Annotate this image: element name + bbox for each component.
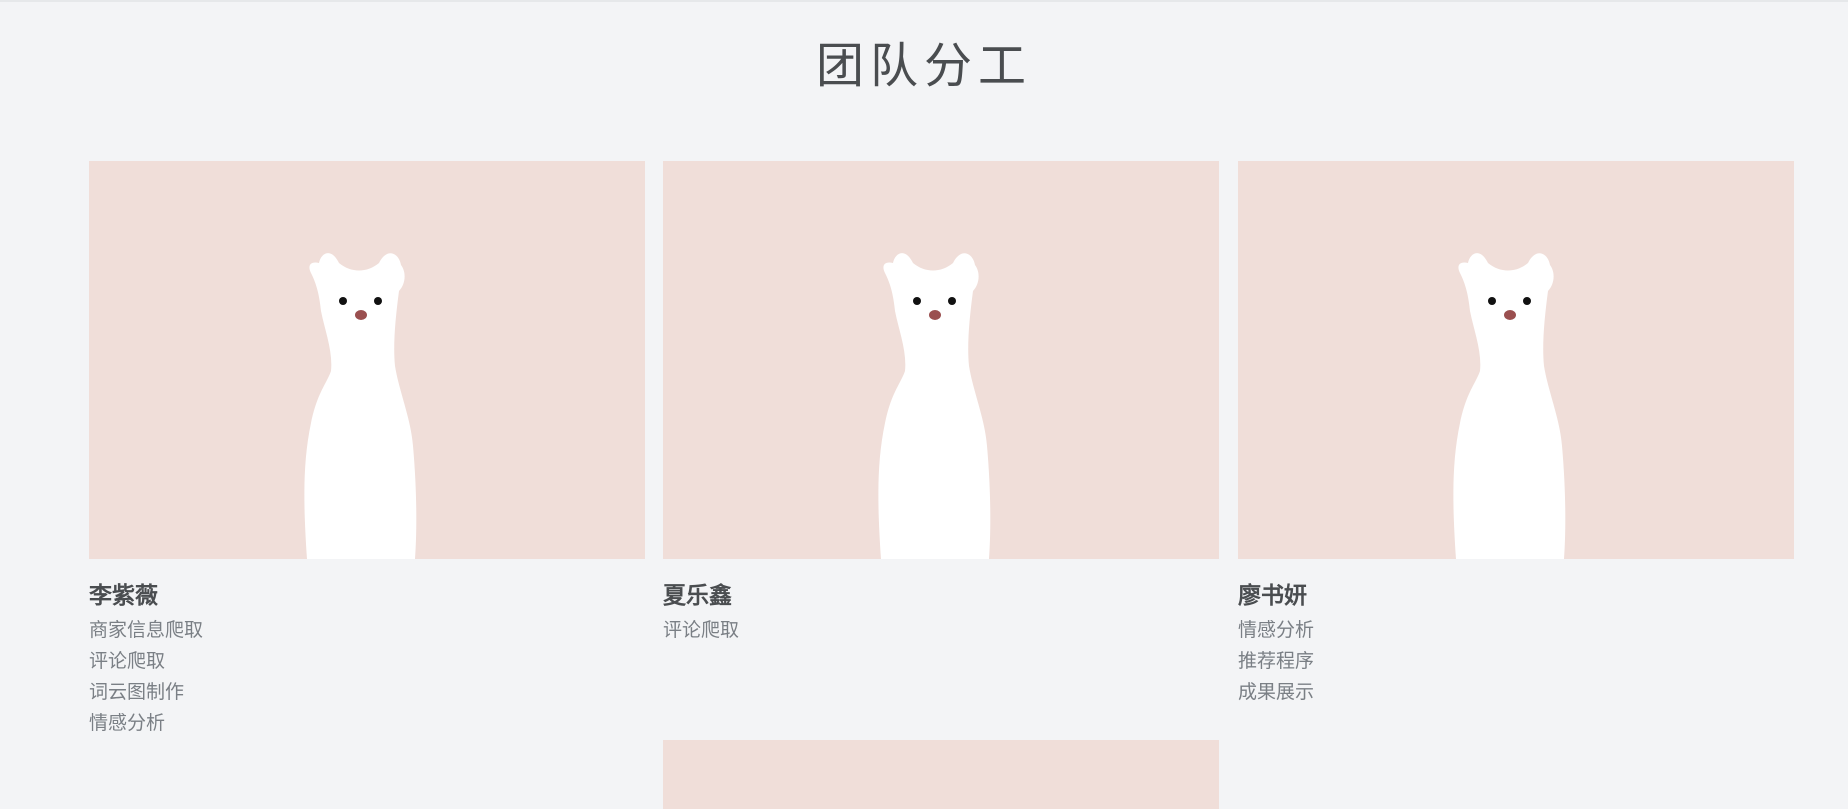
member-card: 廖书妍 情感分析 推荐程序 成果展示 <box>1238 161 1794 708</box>
task-item: 情感分析 <box>89 712 166 734</box>
task-item: 推荐程序 <box>1238 650 1315 672</box>
task-item: 评论爬取 <box>89 650 166 672</box>
task-item: 评论爬取 <box>663 619 740 641</box>
member-photo <box>89 161 645 559</box>
member-name: 李紫薇 <box>89 583 158 609</box>
ermine-illustration-icon <box>304 253 417 559</box>
member-name: 夏乐鑫 <box>663 583 732 609</box>
top-divider <box>0 0 1848 2</box>
member-card: 夏乐鑫 评论爬取 <box>663 161 1219 646</box>
member-photo-partial <box>663 740 1219 809</box>
task-list: 情感分析 推荐程序 成果展示 <box>1238 615 1794 708</box>
ermine-illustration-icon <box>1453 253 1566 559</box>
task-list: 商家信息爬取 评论爬取 词云图制作 情感分析 <box>89 615 645 739</box>
task-item: 情感分析 <box>1238 619 1315 641</box>
member-name: 廖书妍 <box>1238 583 1307 609</box>
member-photo <box>663 161 1219 559</box>
task-list: 评论爬取 <box>663 615 1219 646</box>
page-title: 团队分工 <box>815 38 1032 94</box>
ermine-illustration-icon <box>878 253 991 559</box>
task-item: 商家信息爬取 <box>89 619 204 641</box>
member-card: 李紫薇 商家信息爬取 评论爬取 词云图制作 情感分析 <box>89 161 645 739</box>
task-item: 成果展示 <box>1238 681 1315 703</box>
member-photo <box>1238 161 1794 559</box>
task-item: 词云图制作 <box>89 681 185 703</box>
